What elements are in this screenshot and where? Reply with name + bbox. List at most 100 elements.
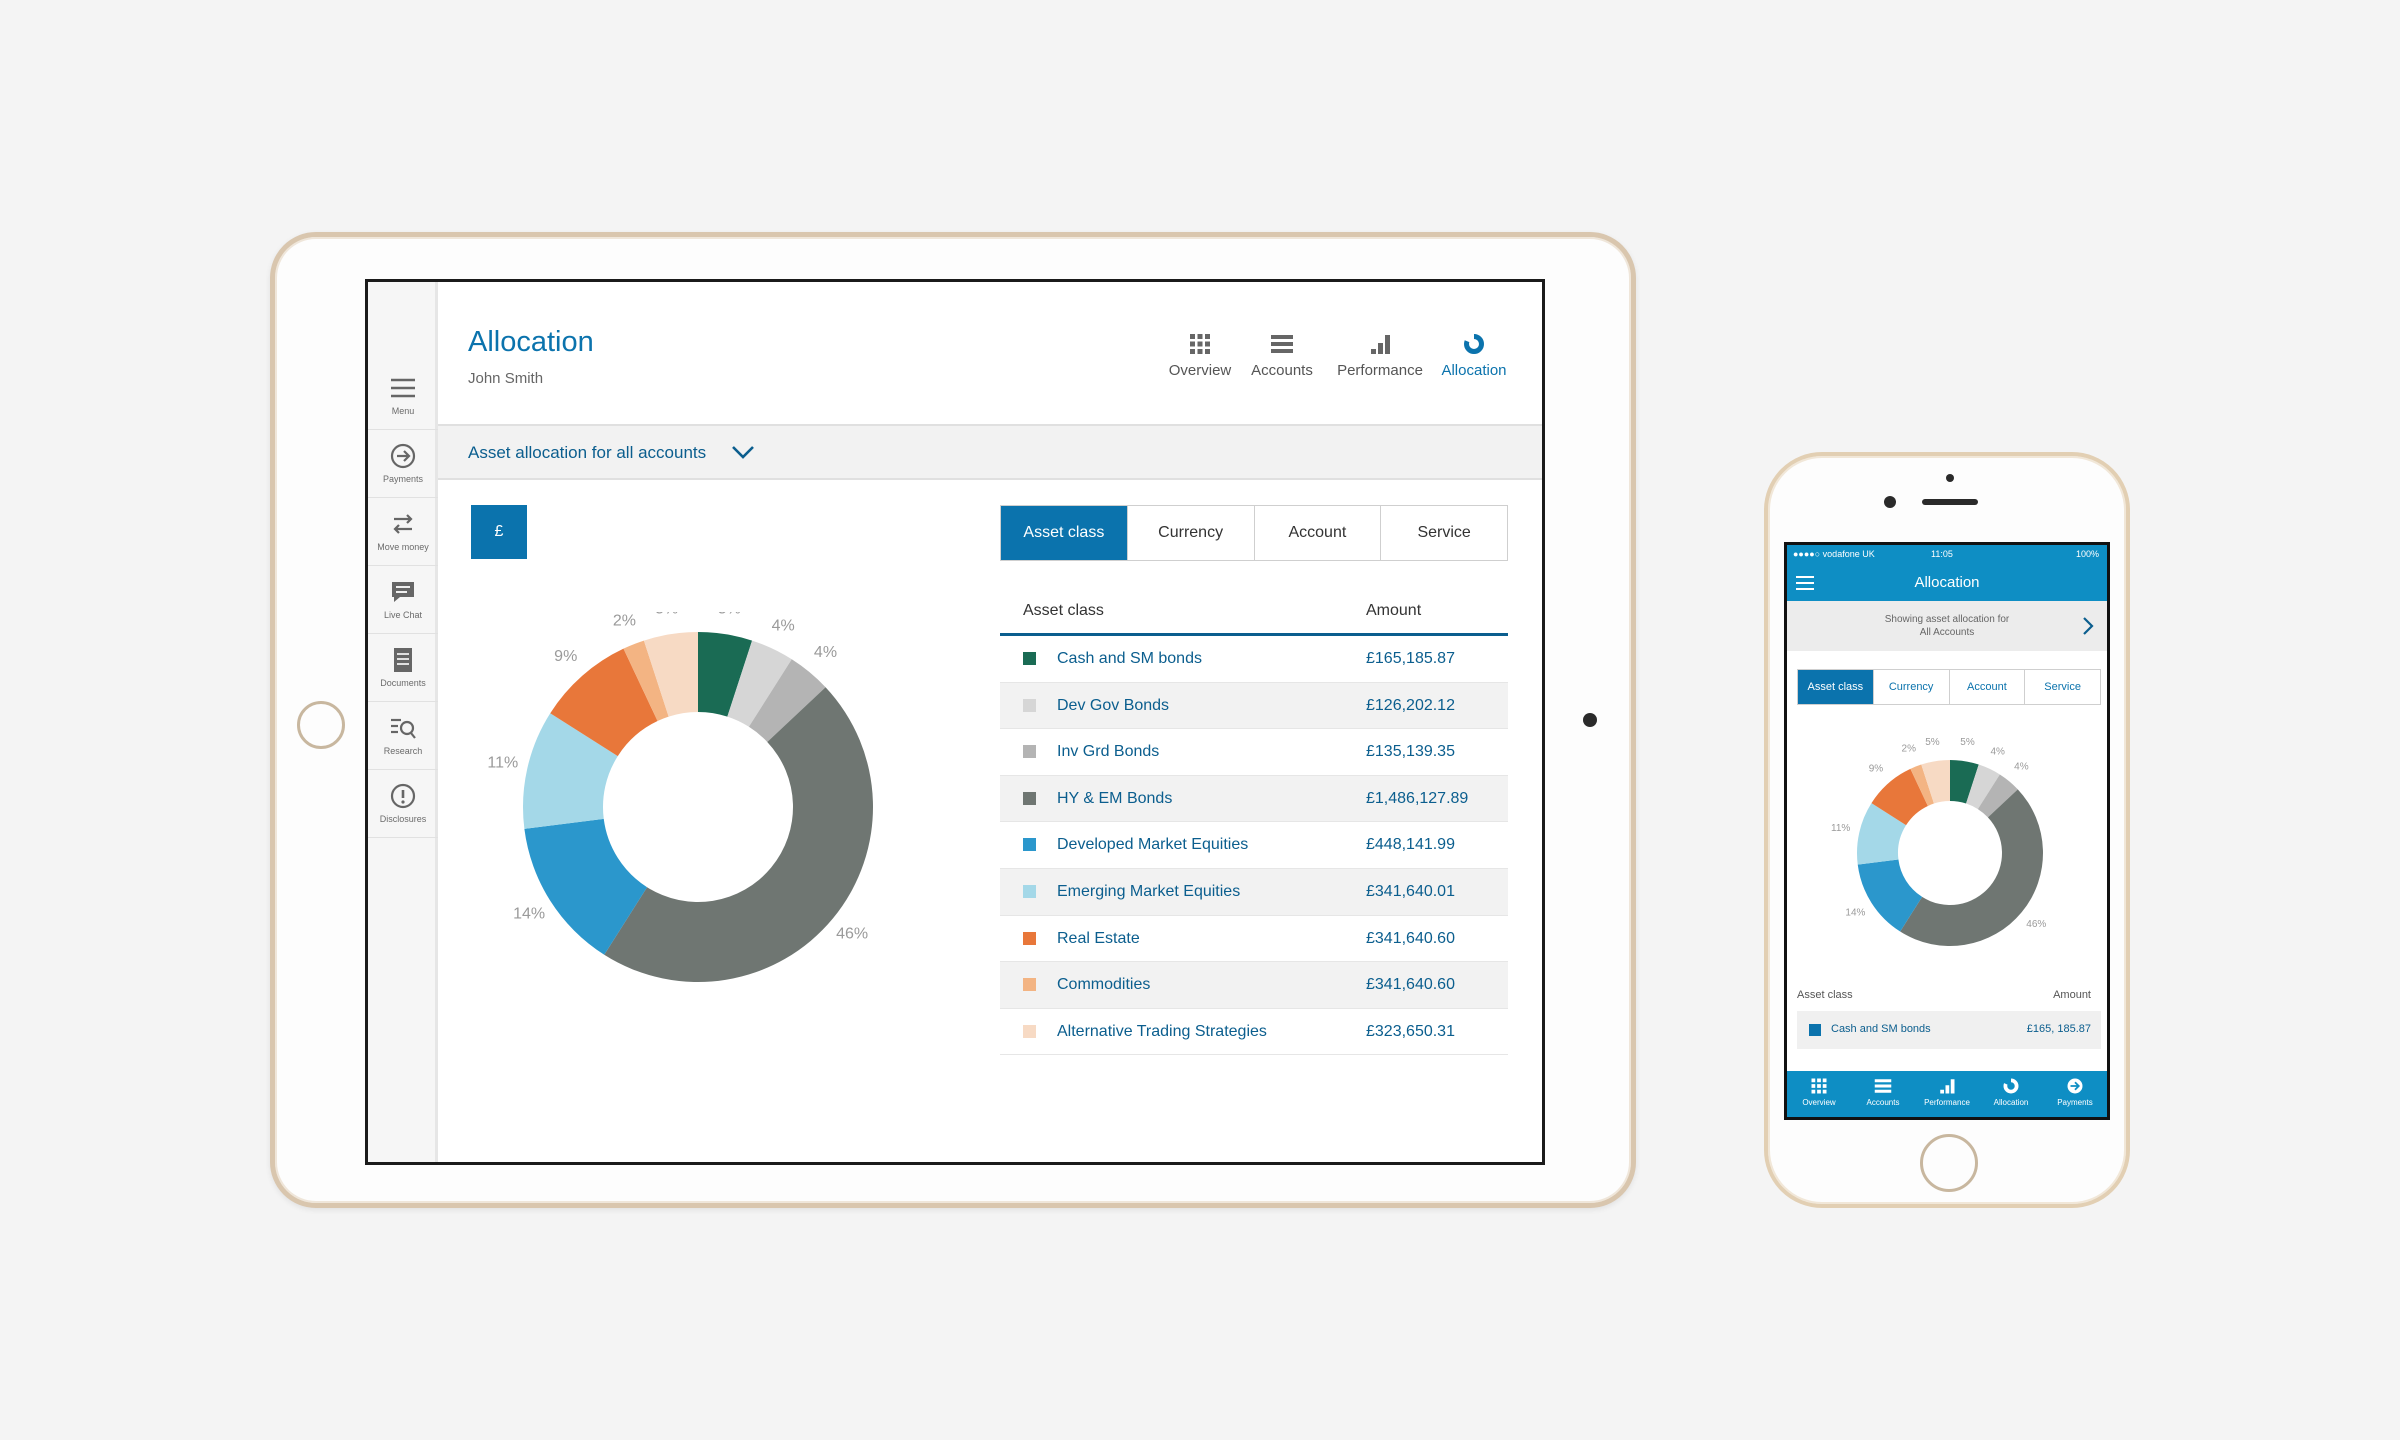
nav-label: Accounts [1866, 1098, 1900, 1107]
phone-donut-slice-label: 14% [1845, 908, 1865, 919]
row-amount: £126,202.12 [1366, 696, 1455, 714]
tab-account[interactable]: Account [1948, 670, 2025, 704]
chat-bubble-icon [392, 582, 414, 602]
color-swatch [1023, 978, 1036, 992]
phone-donut-slice-label: 46% [2026, 919, 2046, 930]
tab-asset-class[interactable]: Asset class [1798, 670, 1873, 704]
color-swatch [1023, 1024, 1036, 1038]
nav-overview[interactable]: Overview [1166, 332, 1234, 380]
filter-label: Asset allocation for all accounts [468, 443, 707, 462]
arrow-circle-icon [2067, 1078, 2083, 1094]
table-row[interactable]: Commodities £341,640.60 [1000, 962, 1508, 1009]
column-header-asset-class: Asset class [1023, 602, 1104, 619]
showing-line-1: Showing asset allocation for [1884, 614, 2010, 625]
nav-allocation[interactable]: Allocation [1979, 1071, 2043, 1117]
status-bar: ●●●●○ vodafone UK 11:05 100% [1787, 545, 2107, 565]
tab-service[interactable]: Service [2024, 670, 2100, 704]
list-icon [1874, 1079, 1892, 1093]
account-filter[interactable]: Asset allocation for all accounts [438, 424, 1542, 480]
table-row[interactable]: Alternative Trading Strategies £323,650.… [1000, 1009, 1508, 1056]
sidebar-item-research[interactable]: Research [368, 702, 438, 770]
row-amount: £165, 185.87 [2026, 1023, 2091, 1035]
donut-slice-label: 4% [814, 644, 837, 661]
tab-asset-class[interactable]: Asset class [1001, 506, 1127, 560]
column-header-amount: Amount [1366, 602, 1422, 619]
donut-slice-label: 4% [772, 617, 795, 634]
account-filter[interactable]: Showing asset allocation for All Account… [1787, 601, 2107, 651]
sidebar-label: Research [383, 746, 423, 756]
row-amount: £165,185.87 [1366, 650, 1455, 667]
nav-allocation[interactable]: Allocation [1436, 332, 1512, 380]
sidebar-item-live-chat[interactable]: Live Chat [368, 566, 438, 634]
phone-speaker [1922, 499, 1978, 505]
table-row[interactable]: Cash and SM bonds £165, 185.87 [1797, 1011, 2101, 1049]
nav-accounts[interactable]: Accounts [1248, 332, 1316, 380]
phone-donut-slice-label: 5% [1960, 737, 1975, 748]
phone-donut-slice-label: 11% [1831, 823, 1850, 834]
row-asset-name: Inv Grd Bonds [1057, 743, 1160, 761]
phone-donut-slice-hy-em-bonds[interactable] [1900, 789, 2043, 946]
sidebar-item-payments[interactable]: Payments [368, 430, 438, 498]
row-asset-name: HY & EM Bonds [1057, 789, 1173, 807]
nav-performance[interactable]: Performance [1332, 332, 1428, 380]
table-row[interactable]: Developed Market Equities £448,141.99 [1000, 822, 1508, 869]
nav-label: Performance [1924, 1098, 1970, 1107]
table-header: Asset class Amount [1000, 588, 1508, 636]
donut-slice-label: 14% [513, 905, 545, 922]
nav-payments[interactable]: Payments [2043, 1071, 2107, 1117]
nav-label: Allocation [1993, 1098, 2029, 1107]
currency-button[interactable]: £ [471, 505, 527, 559]
table-row[interactable]: Emerging Market Equities £341,640.01 [1000, 868, 1508, 916]
color-swatch [1023, 931, 1036, 945]
tab-currency[interactable]: Currency [1126, 506, 1254, 560]
table-row[interactable]: Cash and SM bonds £165,185.87 [1000, 636, 1508, 683]
sidebar-item-menu[interactable]: Menu [368, 362, 438, 430]
tablet-sidebar: Menu Payments Move money Live Chat Docum… [368, 282, 438, 1162]
phone-tab-bar: Overview Accounts Performance Allocation… [1787, 1071, 2107, 1117]
sidebar-item-documents[interactable]: Documents [368, 634, 438, 702]
row-amount: £323,650.31 [1366, 1022, 1455, 1040]
battery: 100% [2075, 549, 2099, 559]
phone-home-button[interactable] [1920, 1134, 1978, 1192]
phone-donut-slice-label: 2% [1902, 744, 1917, 755]
color-swatch [1023, 745, 1036, 759]
allocation-tabs: Asset class Currency Account Service [1000, 505, 1508, 561]
donut-slice-label: 9% [554, 648, 577, 665]
swap-arrows-icon [393, 514, 413, 534]
table-row[interactable]: Dev Gov Bonds £126,202.12 [1000, 682, 1508, 730]
allocation-donut-chart: 5% 4% 4% 46% 14% 11% 9% 2% 5% [487, 612, 873, 982]
sidebar-item-move-money[interactable]: Move money [368, 498, 438, 566]
donut-slice-label: 5% [718, 612, 741, 618]
phone-screen: ●●●●○ vodafone UK 11:05 100% Allocation … [1784, 542, 2110, 1120]
tab-currency[interactable]: Currency [1872, 670, 1949, 704]
phone-donut-slice-label: 4% [2014, 761, 2029, 772]
chevron-down-icon [732, 446, 754, 459]
table-row[interactable]: Inv Grd Bonds £135,139.35 [1000, 729, 1508, 776]
row-asset-name: Commodities [1057, 976, 1151, 994]
color-swatch [1023, 884, 1036, 898]
donut-slice-hy-em-bonds[interactable] [604, 687, 873, 982]
tablet-home-button[interactable] [297, 701, 345, 749]
tablet-camera [1583, 713, 1597, 727]
table-row[interactable]: HY & EM Bonds £1,486,127.89 [1000, 775, 1508, 823]
grid-icon [1190, 334, 1210, 354]
nav-accounts[interactable]: Accounts [1851, 1071, 1915, 1117]
tab-account[interactable]: Account [1253, 506, 1381, 560]
nav-label: Overview [1168, 362, 1232, 379]
nav-overview[interactable]: Overview [1787, 1071, 1851, 1117]
phone-allocation-tabs: Asset class Currency Account Service [1797, 669, 2101, 705]
row-asset-name: Alternative Trading Strategies [1057, 1022, 1267, 1040]
color-swatch [1023, 838, 1036, 852]
sidebar-item-disclosures[interactable]: Disclosures [368, 770, 438, 838]
row-asset-name: Emerging Market Equities [1057, 882, 1241, 900]
hamburger-menu-icon [391, 378, 415, 398]
nav-performance[interactable]: Performance [1915, 1071, 1979, 1117]
tab-service[interactable]: Service [1380, 506, 1507, 560]
arrow-circle-icon [390, 443, 416, 469]
info-circle-icon [390, 783, 416, 809]
row-amount: £135,139.35 [1366, 743, 1455, 761]
donut-icon [1464, 334, 1484, 354]
sidebar-label: Live Chat [383, 610, 423, 620]
table-row[interactable]: Real Estate £341,640.60 [1000, 916, 1508, 963]
user-name: John Smith [468, 370, 544, 387]
